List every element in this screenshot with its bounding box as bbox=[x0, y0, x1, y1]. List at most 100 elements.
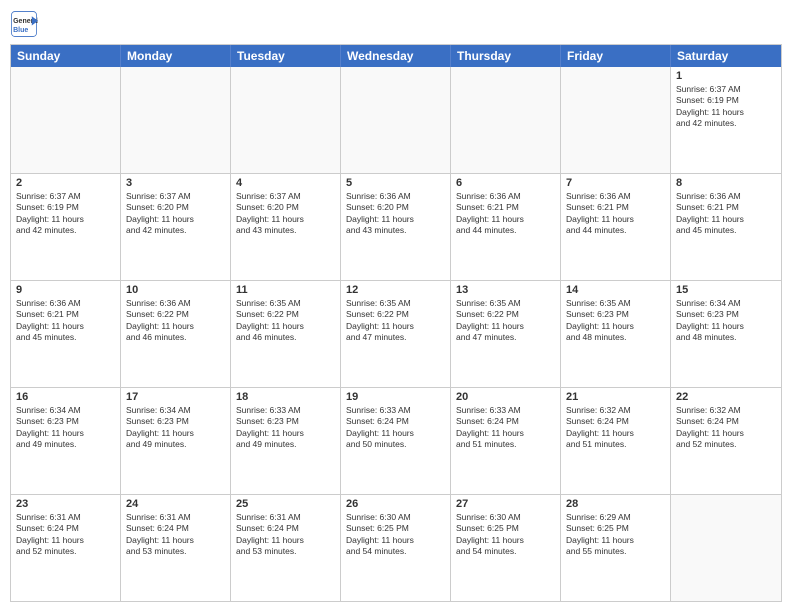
day-cell-20: 20 Sunrise: 6:33 AM Sunset: 6:24 PM Dayli… bbox=[451, 388, 561, 494]
day-info: Sunrise: 6:30 AM Sunset: 6:25 PM Dayligh… bbox=[456, 512, 555, 558]
day-number: 7 bbox=[566, 177, 665, 189]
day-number: 24 bbox=[126, 498, 225, 510]
day-info: Sunrise: 6:32 AM Sunset: 6:24 PM Dayligh… bbox=[566, 405, 665, 451]
calendar: SundayMondayTuesdayWednesdayThursdayFrid… bbox=[10, 44, 782, 602]
day-number: 26 bbox=[346, 498, 445, 510]
day-cell-5: 5Sunrise: 6:36 AM Sunset: 6:20 PM Daylig… bbox=[341, 174, 451, 280]
day-cell-17: 17 Sunrise: 6:34 AM Sunset: 6:23 PM Dayli… bbox=[121, 388, 231, 494]
day-info: Sunrise: 6:36 AM Sunset: 6:21 PM Dayligh… bbox=[16, 298, 115, 344]
day-info: Sunrise: 6:34 AM Sunset: 6:23 PM Dayligh… bbox=[676, 298, 776, 344]
day-number: 20 bbox=[456, 391, 555, 403]
day-info: Sunrise: 6:35 AM Sunset: 6:22 PM Dayligh… bbox=[236, 298, 335, 344]
day-info: Sunrise: 6:34 AM Sunset: 6:23 PM Dayligh… bbox=[126, 405, 225, 451]
day-info: Sunrise: 6:33 AM Sunset: 6:24 PM Dayligh… bbox=[346, 405, 445, 451]
day-cell-13: 13 Sunrise: 6:35 AM Sunset: 6:22 PM Dayli… bbox=[451, 281, 561, 387]
empty-cell-r0c0 bbox=[11, 67, 121, 173]
day-number: 1 bbox=[676, 70, 776, 82]
day-header-sunday: Sunday bbox=[11, 45, 121, 67]
day-number: 16 bbox=[16, 391, 115, 403]
day-cell-9: 9Sunrise: 6:36 AM Sunset: 6:21 PM Daylig… bbox=[11, 281, 121, 387]
day-cell-10: 10 Sunrise: 6:36 AM Sunset: 6:22 PM Dayli… bbox=[121, 281, 231, 387]
day-info: Sunrise: 6:37 AM Sunset: 6:19 PM Dayligh… bbox=[676, 84, 776, 130]
day-number: 28 bbox=[566, 498, 665, 510]
day-number: 17 bbox=[126, 391, 225, 403]
day-info: Sunrise: 6:31 AM Sunset: 6:24 PM Dayligh… bbox=[126, 512, 225, 558]
empty-cell-r0c1 bbox=[121, 67, 231, 173]
day-number: 22 bbox=[676, 391, 776, 403]
day-info: Sunrise: 6:35 AM Sunset: 6:22 PM Dayligh… bbox=[346, 298, 445, 344]
day-info: Sunrise: 6:33 AM Sunset: 6:24 PM Dayligh… bbox=[456, 405, 555, 451]
day-cell-15: 15 Sunrise: 6:34 AM Sunset: 6:23 PM Dayli… bbox=[671, 281, 781, 387]
day-number: 14 bbox=[566, 284, 665, 296]
day-info: Sunrise: 6:29 AM Sunset: 6:25 PM Dayligh… bbox=[566, 512, 665, 558]
day-cell-1: 1 Sunrise: 6:37 AM Sunset: 6:19 PM Daylig… bbox=[671, 67, 781, 173]
day-info: Sunrise: 6:36 AM Sunset: 6:20 PM Dayligh… bbox=[346, 191, 445, 237]
empty-cell-r0c2 bbox=[231, 67, 341, 173]
day-cell-6: 6 Sunrise: 6:36 AM Sunset: 6:21 PM Daylig… bbox=[451, 174, 561, 280]
day-number: 23 bbox=[16, 498, 115, 510]
day-info: Sunrise: 6:35 AM Sunset: 6:23 PM Dayligh… bbox=[566, 298, 665, 344]
day-header-friday: Friday bbox=[561, 45, 671, 67]
day-info: Sunrise: 6:36 AM Sunset: 6:21 PM Dayligh… bbox=[676, 191, 776, 237]
day-cell-24: 24 Sunrise: 6:31 AM Sunset: 6:24 PM Dayli… bbox=[121, 495, 231, 601]
logo: General Blue bbox=[10, 10, 42, 38]
svg-text:Blue: Blue bbox=[13, 27, 28, 34]
calendar-row-5: 23 Sunrise: 6:31 AM Sunset: 6:24 PM Dayli… bbox=[11, 495, 781, 601]
day-cell-22: 22 Sunrise: 6:32 AM Sunset: 6:24 PM Dayli… bbox=[671, 388, 781, 494]
day-cell-2: 2 Sunrise: 6:37 AM Sunset: 6:19 PM Daylig… bbox=[11, 174, 121, 280]
day-cell-25: 25 Sunrise: 6:31 AM Sunset: 6:24 PM Dayli… bbox=[231, 495, 341, 601]
day-header-monday: Monday bbox=[121, 45, 231, 67]
day-info: Sunrise: 6:36 AM Sunset: 6:21 PM Dayligh… bbox=[456, 191, 555, 237]
day-number: 4 bbox=[236, 177, 335, 189]
day-header-tuesday: Tuesday bbox=[231, 45, 341, 67]
day-number: 8 bbox=[676, 177, 776, 189]
day-number: 15 bbox=[676, 284, 776, 296]
day-info: Sunrise: 6:30 AM Sunset: 6:25 PM Dayligh… bbox=[346, 512, 445, 558]
day-header-wednesday: Wednesday bbox=[341, 45, 451, 67]
day-number: 13 bbox=[456, 284, 555, 296]
day-number: 2 bbox=[16, 177, 115, 189]
day-number: 3 bbox=[126, 177, 225, 189]
day-info: Sunrise: 6:36 AM Sunset: 6:21 PM Dayligh… bbox=[566, 191, 665, 237]
day-number: 6 bbox=[456, 177, 555, 189]
day-cell-12: 12 Sunrise: 6:35 AM Sunset: 6:22 PM Dayli… bbox=[341, 281, 451, 387]
day-number: 10 bbox=[126, 284, 225, 296]
day-cell-27: 27Sunrise: 6:30 AM Sunset: 6:25 PM Dayli… bbox=[451, 495, 561, 601]
day-info: Sunrise: 6:36 AM Sunset: 6:22 PM Dayligh… bbox=[126, 298, 225, 344]
logo-icon: General Blue bbox=[10, 10, 38, 38]
day-cell-26: 26 Sunrise: 6:30 AM Sunset: 6:25 PM Dayli… bbox=[341, 495, 451, 601]
calendar-row-2: 2 Sunrise: 6:37 AM Sunset: 6:19 PM Daylig… bbox=[11, 174, 781, 281]
page: General Blue SundayMondayTuesdayWednesda… bbox=[0, 0, 792, 612]
day-info: Sunrise: 6:31 AM Sunset: 6:24 PM Dayligh… bbox=[16, 512, 115, 558]
day-cell-14: 14 Sunrise: 6:35 AM Sunset: 6:23 PM Dayli… bbox=[561, 281, 671, 387]
day-cell-19: 19 Sunrise: 6:33 AM Sunset: 6:24 PM Dayli… bbox=[341, 388, 451, 494]
day-cell-16: 16 Sunrise: 6:34 AM Sunset: 6:23 PM Dayli… bbox=[11, 388, 121, 494]
calendar-row-4: 16 Sunrise: 6:34 AM Sunset: 6:23 PM Dayli… bbox=[11, 388, 781, 495]
day-header-saturday: Saturday bbox=[671, 45, 781, 67]
day-cell-7: 7 Sunrise: 6:36 AM Sunset: 6:21 PM Daylig… bbox=[561, 174, 671, 280]
day-number: 25 bbox=[236, 498, 335, 510]
day-info: Sunrise: 6:37 AM Sunset: 6:19 PM Dayligh… bbox=[16, 191, 115, 237]
calendar-header: SundayMondayTuesdayWednesdayThursdayFrid… bbox=[11, 45, 781, 67]
day-info: Sunrise: 6:33 AM Sunset: 6:23 PM Dayligh… bbox=[236, 405, 335, 451]
calendar-row-1: 1 Sunrise: 6:37 AM Sunset: 6:19 PM Daylig… bbox=[11, 67, 781, 174]
day-number: 12 bbox=[346, 284, 445, 296]
empty-cell-r0c3 bbox=[341, 67, 451, 173]
day-number: 11 bbox=[236, 284, 335, 296]
day-number: 18 bbox=[236, 391, 335, 403]
day-number: 19 bbox=[346, 391, 445, 403]
day-cell-8: 8 Sunrise: 6:36 AM Sunset: 6:21 PM Daylig… bbox=[671, 174, 781, 280]
header: General Blue bbox=[10, 10, 782, 38]
calendar-body: 1 Sunrise: 6:37 AM Sunset: 6:19 PM Daylig… bbox=[11, 67, 781, 601]
day-cell-21: 21Sunrise: 6:32 AM Sunset: 6:24 PM Dayli… bbox=[561, 388, 671, 494]
day-info: Sunrise: 6:35 AM Sunset: 6:22 PM Dayligh… bbox=[456, 298, 555, 344]
day-cell-3: 3 Sunrise: 6:37 AM Sunset: 6:20 PM Daylig… bbox=[121, 174, 231, 280]
day-info: Sunrise: 6:34 AM Sunset: 6:23 PM Dayligh… bbox=[16, 405, 115, 451]
day-info: Sunrise: 6:37 AM Sunset: 6:20 PM Dayligh… bbox=[126, 191, 225, 237]
day-cell-23: 23 Sunrise: 6:31 AM Sunset: 6:24 PM Dayli… bbox=[11, 495, 121, 601]
day-info: Sunrise: 6:32 AM Sunset: 6:24 PM Dayligh… bbox=[676, 405, 776, 451]
day-cell-4: 4 Sunrise: 6:37 AM Sunset: 6:20 PM Daylig… bbox=[231, 174, 341, 280]
day-cell-18: 18 Sunrise: 6:33 AM Sunset: 6:23 PM Dayli… bbox=[231, 388, 341, 494]
day-info: Sunrise: 6:31 AM Sunset: 6:24 PM Dayligh… bbox=[236, 512, 335, 558]
day-info: Sunrise: 6:37 AM Sunset: 6:20 PM Dayligh… bbox=[236, 191, 335, 237]
